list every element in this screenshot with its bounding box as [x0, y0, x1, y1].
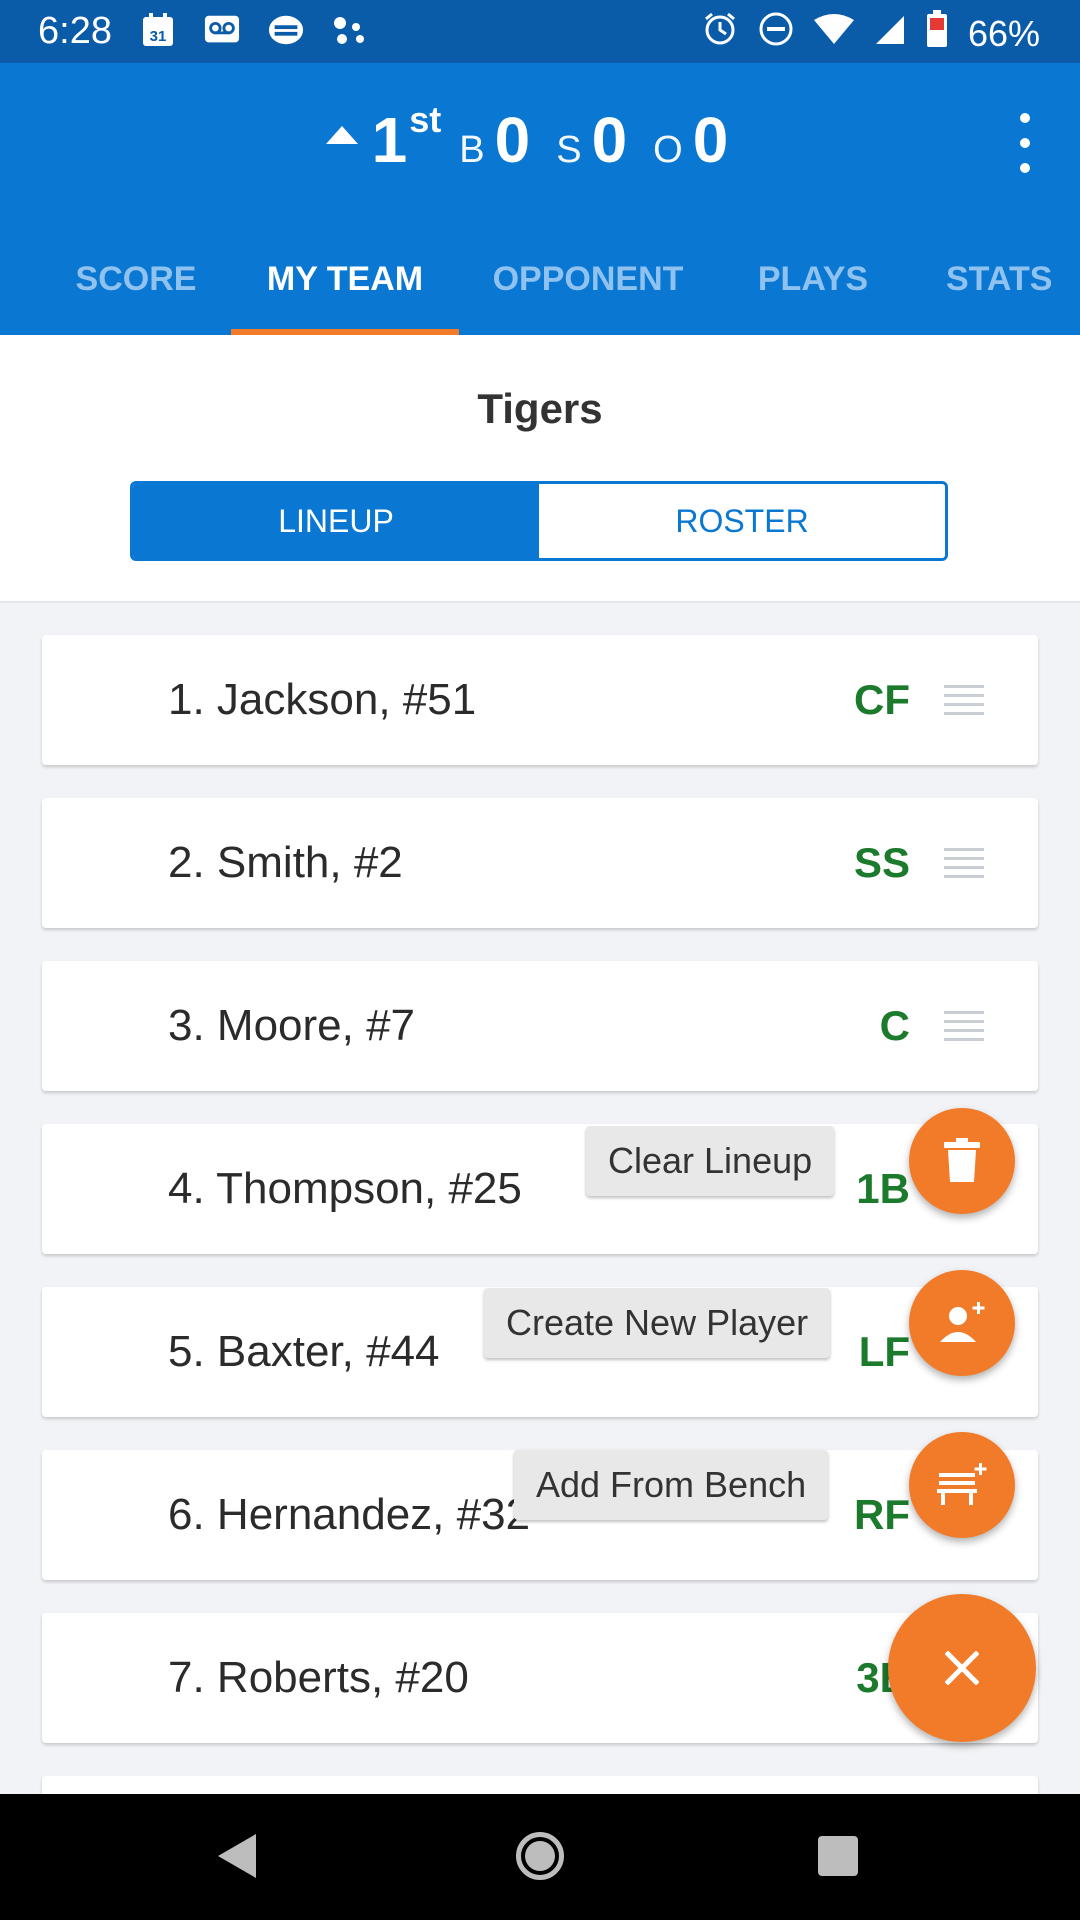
- player-position: LF: [858, 1328, 910, 1375]
- app-bar: 1 st B 0 S 0 O 0 SCORE MY TEAM OPPONENT …: [0, 63, 1080, 335]
- signal-icon: [874, 13, 906, 55]
- battery-percent: 66%: [967, 12, 1040, 54]
- player-name: 7. Roberts, #20: [168, 1653, 469, 1702]
- list-item[interactable]: 2. Smith, #2 SS: [42, 798, 1038, 928]
- close-icon: [945, 1651, 979, 1685]
- home-icon[interactable]: [516, 1832, 564, 1880]
- balls-label: B: [459, 129, 485, 171]
- tab-my-team[interactable]: MY TEAM: [231, 223, 459, 335]
- wifi-icon: [813, 13, 854, 55]
- recent-apps-icon[interactable]: [818, 1836, 858, 1876]
- system-nav-bar: [0, 1794, 1080, 1920]
- tab-stats[interactable]: STATS: [946, 223, 1080, 335]
- status-time: 6:28: [38, 10, 112, 52]
- drag-handle-icon[interactable]: [944, 1011, 984, 1041]
- player-position: 1B: [856, 1165, 910, 1212]
- calendar-icon: 31: [140, 12, 176, 48]
- add-from-bench-label[interactable]: Add From Bench: [514, 1450, 829, 1520]
- back-icon[interactable]: [218, 1834, 256, 1878]
- add-from-bench-button[interactable]: [909, 1432, 1015, 1538]
- create-new-player-button[interactable]: [909, 1270, 1015, 1376]
- player-position: SS: [853, 839, 910, 886]
- bench-add-icon: [937, 1463, 987, 1505]
- player-position: C: [879, 1002, 910, 1049]
- player-position: CF: [854, 676, 910, 723]
- tab-opponent[interactable]: OPPONENT: [476, 223, 700, 335]
- segment-roster[interactable]: ROSTER: [539, 484, 945, 558]
- team-header: Tigers LINEUP ROSTER: [0, 335, 1080, 603]
- team-name: Tigers: [477, 385, 603, 432]
- inning-suffix: st: [409, 99, 442, 140]
- balls-count: 0: [494, 104, 531, 176]
- player-name: 6. Hernandez, #32: [168, 1490, 531, 1539]
- drag-handle-icon[interactable]: [944, 848, 984, 878]
- close-fab-button[interactable]: [888, 1594, 1036, 1742]
- inning-number: 1: [371, 104, 408, 176]
- segment-lineup[interactable]: LINEUP: [133, 484, 539, 558]
- tab-plays[interactable]: PLAYS: [728, 223, 898, 335]
- clear-lineup-label[interactable]: Clear Lineup: [586, 1126, 835, 1196]
- add-person-icon: [940, 1302, 985, 1342]
- outs-label: O: [653, 129, 683, 171]
- overflow-menu-icon[interactable]: [1010, 113, 1040, 173]
- assistant-dots-icon: [332, 12, 368, 48]
- player-name: 1. Jackson, #51: [168, 675, 477, 724]
- list-item[interactable]: 1. Jackson, #51 CF: [42, 635, 1038, 765]
- clear-lineup-button[interactable]: [909, 1108, 1015, 1214]
- trash-icon: [944, 1138, 980, 1182]
- list-item[interactable]: 4. Thompson, #25 1B: [42, 1124, 1038, 1254]
- messenger-icon: [268, 12, 304, 48]
- list-item[interactable]: 3. Moore, #7 C: [42, 961, 1038, 1091]
- player-name: 4. Thompson, #25: [168, 1164, 522, 1213]
- alarm-icon: [702, 11, 738, 56]
- strikes-count: 0: [591, 104, 628, 176]
- strikes-label: S: [556, 129, 582, 171]
- tab-bar: SCORE MY TEAM OPPONENT PLAYS STATS: [0, 223, 1080, 335]
- do-not-disturb-icon: [758, 11, 794, 56]
- svg-text:31: 31: [150, 28, 167, 45]
- status-bar: 6:28 31 66%: [0, 0, 1080, 63]
- player-name: 3. Moore, #7: [168, 1001, 416, 1050]
- drag-handle-icon[interactable]: [944, 685, 984, 715]
- tab-score[interactable]: SCORE: [38, 223, 234, 335]
- create-new-player-label[interactable]: Create New Player: [484, 1288, 831, 1358]
- lineup-roster-toggle: LINEUP ROSTER: [130, 481, 948, 561]
- voicemail-icon: [204, 12, 240, 48]
- game-state: 1 st B 0 S 0 O 0: [0, 99, 1080, 177]
- battery-icon: [926, 10, 948, 57]
- player-name: 2. Smith, #2: [168, 838, 403, 887]
- outs-count: 0: [692, 104, 729, 176]
- top-inning-arrow-icon: [325, 126, 358, 144]
- player-name: 5. Baxter, #44: [168, 1327, 440, 1376]
- player-position: RF: [854, 1491, 910, 1538]
